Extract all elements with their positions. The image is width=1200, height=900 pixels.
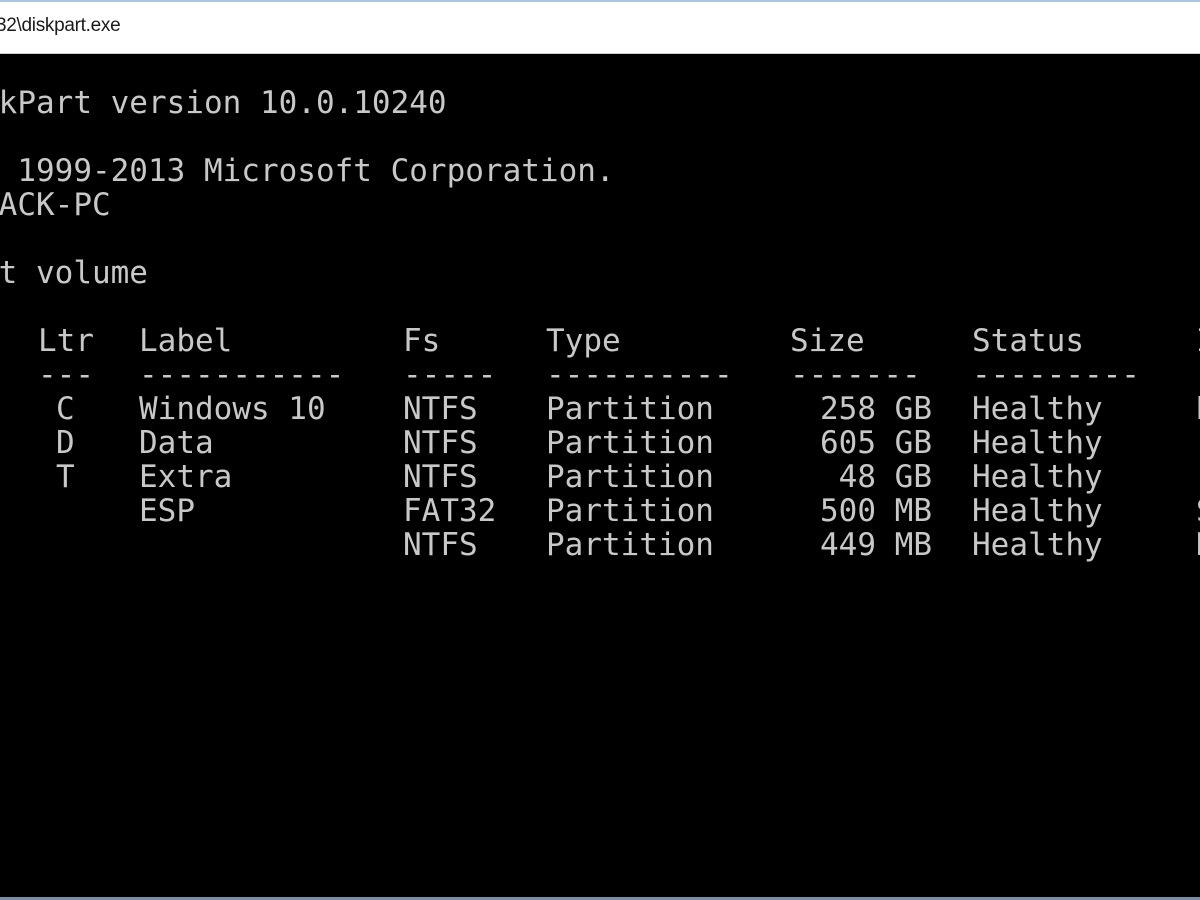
copyright-line: ) 1999-2013 Microsoft Corporation. <box>0 153 615 189</box>
row-0-label: Windows 10 <box>139 391 326 427</box>
row-2-label: Extra <box>139 459 233 495</box>
separator-label: ----------- <box>139 357 345 393</box>
row-4-status: Healthy <box>972 527 1103 563</box>
row-0-fs: NTFS <box>403 391 478 427</box>
header-type: Type <box>546 323 621 359</box>
row-3-label: ESP <box>139 493 195 529</box>
header-status: Status <box>972 323 1084 359</box>
row-0-type: Partition <box>546 391 714 427</box>
row-3-size: 500 MB <box>820 493 932 529</box>
header-label: Label <box>139 323 233 359</box>
row-4-type: Partition <box>546 527 714 563</box>
row-2-type: Partition <box>546 459 714 495</box>
row-1-label: Data <box>139 425 214 461</box>
console-output[interactable]: skPart version 10.0.10240 ) 1999-2013 Mi… <box>0 54 1200 900</box>
command-line: st volume <box>0 255 148 291</box>
separator-size: ------- <box>790 357 921 393</box>
row-0-info: B <box>1196 392 1200 426</box>
header-fs: Fs <box>403 323 441 359</box>
separator-ltr: --- <box>38 357 94 393</box>
row-1-ltr: D <box>56 425 75 461</box>
header-ltr: Ltr <box>38 323 94 359</box>
window-titlebar[interactable]: 32\diskpart.exe <box>0 0 1200 54</box>
row-0-size: 258 GB <box>820 391 932 427</box>
row-1-status: Healthy <box>972 425 1103 461</box>
row-1-type: Partition <box>546 425 714 461</box>
header-size: Size <box>790 323 865 359</box>
row-4-size: 449 MB <box>820 527 932 563</box>
row-0-ltr: C <box>56 391 75 427</box>
row-2-ltr: T <box>56 459 75 495</box>
row-2-fs: NTFS <box>403 459 478 495</box>
row-3-type: Partition <box>546 493 714 529</box>
window-title: 32\diskpart.exe <box>0 15 121 36</box>
version-line: skPart version 10.0.10240 <box>0 85 447 121</box>
row-0-status: Healthy <box>972 391 1103 427</box>
separator-info: - <box>1196 358 1200 392</box>
row-3-status: Healthy <box>972 493 1103 529</box>
row-4-info: H <box>1196 528 1200 562</box>
row-3-info: S <box>1196 494 1200 528</box>
separator-type: ---------- <box>546 357 733 393</box>
row-2-size: 48 GB <box>838 459 932 495</box>
row-1-fs: NTFS <box>403 425 478 461</box>
row-3-fs: FAT32 <box>403 493 497 529</box>
computer-line: ACK-PC <box>0 187 111 223</box>
row-4-fs: NTFS <box>403 527 478 563</box>
diskpart-window: 32\diskpart.exe skPart version 10.0.1024… <box>0 0 1200 900</box>
row-1-size: 605 GB <box>820 425 932 461</box>
row-2-status: Healthy <box>972 459 1103 495</box>
separator-fs: ----- <box>403 357 497 393</box>
header-info: I <box>1196 324 1200 358</box>
separator-status: --------- <box>972 357 1140 393</box>
